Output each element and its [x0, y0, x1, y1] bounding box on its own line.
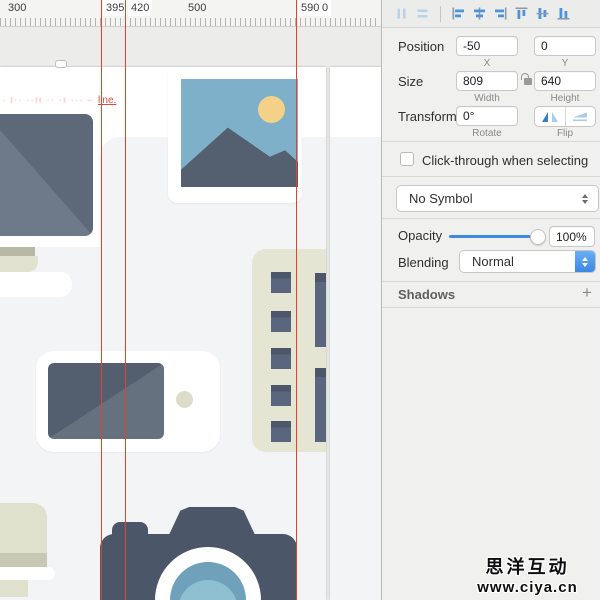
- building-window: [271, 311, 291, 332]
- canvas-area[interactable]: · ı·· ··ıı ·· ·ı ··· – line. 300 395 420 500…: [0, 0, 381, 600]
- height-sublabel: Height: [550, 93, 580, 104]
- monitor-stand: [0, 256, 38, 272]
- symbol-dropdown[interactable]: No Symbol: [396, 185, 599, 212]
- sun-icon: [258, 96, 285, 123]
- printer-band: [0, 553, 47, 567]
- monitor-stand-base: [0, 272, 72, 297]
- align-bottom-icon[interactable]: [557, 7, 570, 20]
- watermark-line2: www.ciya.cn: [477, 579, 578, 596]
- building-window-tall: [315, 368, 326, 442]
- opacity-field[interactable]: [549, 226, 595, 247]
- horizontal-ruler[interactable]: 300 395 420 500 590 0: [0, 0, 381, 27]
- unlocked-padlock-icon[interactable]: [521, 73, 532, 85]
- distribute-horizontally-icon[interactable]: [395, 7, 408, 20]
- flip-control: [534, 106, 596, 127]
- ruler-label: 0: [319, 0, 332, 16]
- watermark-line1: 思洋互动: [485, 557, 570, 577]
- camera-hump: [168, 507, 256, 537]
- printer-body: [0, 503, 47, 553]
- illustration-background: [330, 137, 381, 600]
- align-vertical-center-icon[interactable]: [536, 7, 549, 20]
- ruler-label: 300: [8, 2, 27, 14]
- distribute-vertically-icon[interactable]: [416, 7, 429, 20]
- building-window: [271, 385, 291, 406]
- framed-photo-illustration[interactable]: [168, 67, 302, 203]
- opacity-slider-knob[interactable]: [530, 229, 546, 245]
- artboard-resize-handle[interactable]: [55, 60, 67, 68]
- building-window: [271, 348, 291, 369]
- guide-line[interactable]: [101, 0, 102, 600]
- phone-screen: [48, 363, 164, 439]
- x-sublabel: X: [483, 58, 491, 69]
- align-horizontal-center-icon[interactable]: [473, 7, 486, 20]
- add-shadow-button[interactable]: +: [582, 283, 592, 303]
- watermark: 思洋互动 www.ciya.cn: [455, 553, 600, 596]
- position-y-field[interactable]: [534, 36, 596, 56]
- guide-line[interactable]: [125, 0, 126, 600]
- alignment-toolbar: [382, 0, 600, 28]
- opacity-label: Opacity: [398, 228, 443, 243]
- section-divider: [382, 218, 600, 219]
- chevron-up-down-icon: [575, 251, 595, 272]
- rotate-sublabel: Rotate: [472, 128, 502, 139]
- smartphone-illustration[interactable]: [36, 351, 220, 452]
- toolbar-separator: [440, 5, 441, 22]
- click-through-label: Click-through when selecting: [422, 153, 589, 168]
- printer-tray: [0, 567, 55, 580]
- mountains-icon: [181, 127, 298, 187]
- phone-home-button: [176, 391, 193, 408]
- rotate-field[interactable]: [456, 106, 518, 126]
- photo: [181, 79, 298, 187]
- transform-label: Transform: [398, 109, 457, 124]
- section-divider: [382, 307, 600, 308]
- inspector-panel: Position X Y Size Width Height Transform…: [381, 0, 600, 600]
- section-divider: [382, 281, 600, 282]
- artboard-2[interactable]: [330, 67, 381, 600]
- blending-value: Normal: [472, 254, 514, 269]
- monitor-screen: [0, 114, 93, 236]
- ruler-label: 500: [188, 2, 207, 14]
- building-window: [271, 272, 291, 293]
- shadows-section-header: Shadows: [398, 287, 456, 302]
- monitor-stand: [0, 247, 35, 256]
- printer-paper: [0, 580, 28, 597]
- y-sublabel: Y: [561, 58, 569, 69]
- chevron-up-down-icon: [582, 193, 588, 204]
- position-label: Position: [398, 39, 445, 54]
- align-left-icon[interactable]: [452, 7, 465, 20]
- section-divider: [382, 176, 600, 177]
- guide-line[interactable]: [296, 0, 297, 600]
- building-window: [271, 421, 291, 442]
- artboard[interactable]: [0, 67, 326, 600]
- size-label: Size: [398, 74, 424, 89]
- position-x-field[interactable]: [456, 36, 518, 56]
- width-field[interactable]: [456, 71, 518, 91]
- blending-dropdown[interactable]: Normal: [459, 250, 596, 273]
- ruler-label: 420: [128, 0, 153, 16]
- flip-horizontal-button[interactable]: [535, 107, 566, 126]
- align-top-icon[interactable]: [515, 7, 528, 20]
- flip-vertical-button[interactable]: [566, 107, 596, 126]
- section-divider: [382, 141, 600, 142]
- symbol-value: No Symbol: [409, 191, 473, 206]
- blending-label: Blending: [398, 255, 449, 270]
- flip-sublabel: Flip: [556, 128, 574, 139]
- align-right-icon[interactable]: [494, 7, 507, 20]
- building-illustration[interactable]: [252, 249, 326, 452]
- red-note-faint-text: · ı·· ··ıı ·· ·ı ··· –: [2, 95, 94, 106]
- width-sublabel: Width: [474, 93, 500, 104]
- ruler-ticks: [0, 18, 378, 26]
- opacity-slider-track[interactable]: [449, 235, 535, 238]
- height-field[interactable]: [534, 71, 596, 91]
- click-through-checkbox[interactable]: [400, 152, 414, 166]
- ruler-label: 395: [103, 0, 128, 16]
- canvas-red-note: · ı·· ··ıı ·· ·ı ··· – line.: [2, 95, 116, 106]
- building-window-tall: [315, 273, 326, 347]
